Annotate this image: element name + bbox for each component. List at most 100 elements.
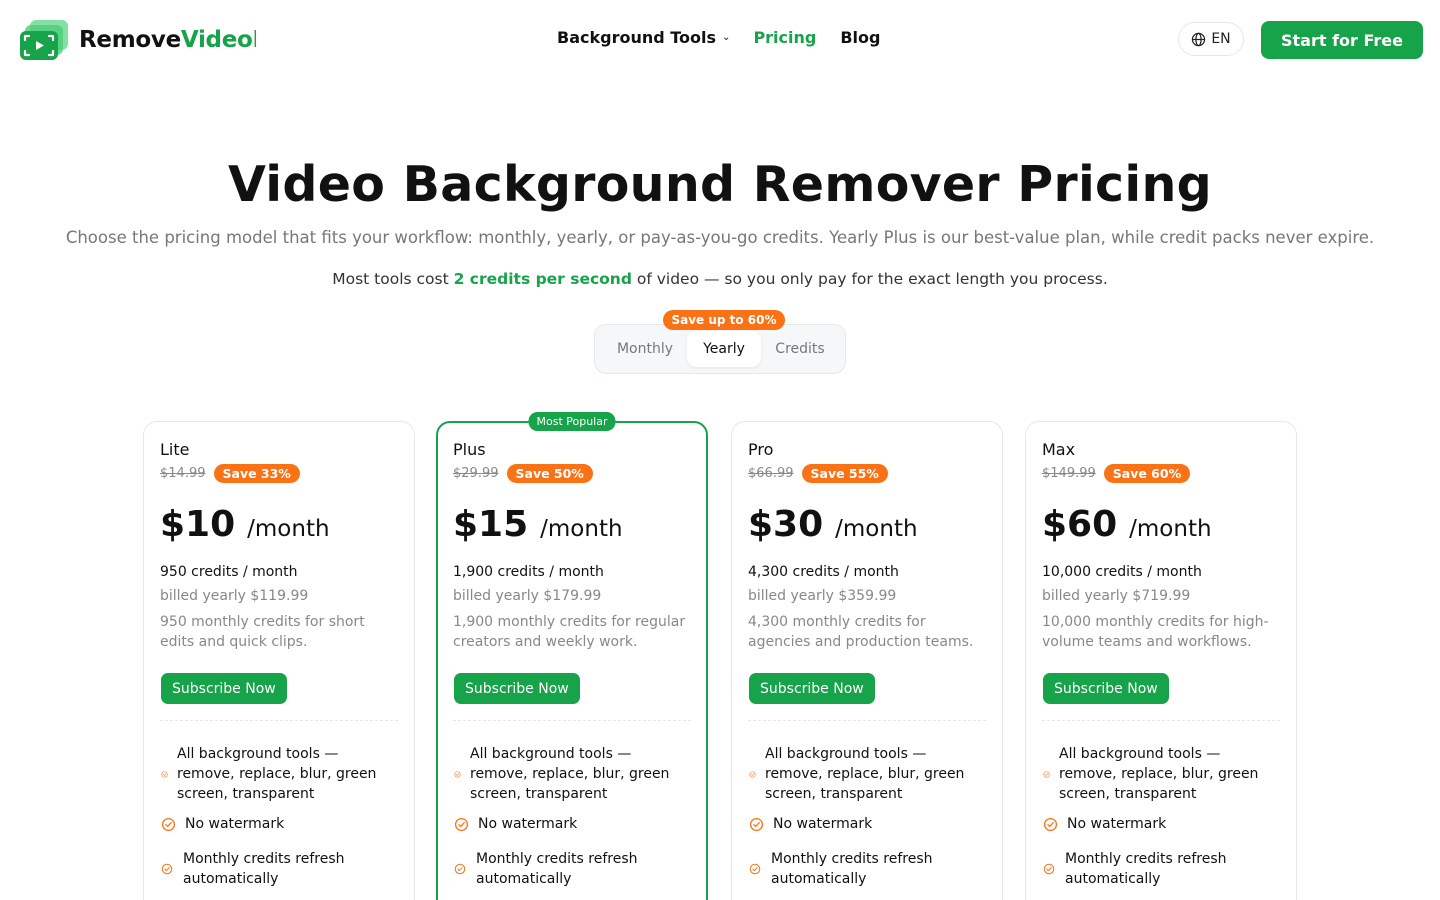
pricing-card-plus: Most Popular Plus $29.99 Save 50% $15/month 1… <box>436 412 708 900</box>
language-selector[interactable]: EN <box>1178 22 1244 56</box>
plan-billed: billed yearly $359.99 <box>748 588 897 604</box>
plan-discount-row: $14.99 Save 33% <box>160 464 300 483</box>
nav-background-tools[interactable]: Background Tools ⌄ <box>557 28 730 47</box>
pricing-card-lite: Lite $14.99 Save 33% $10/month 950 credits /… <box>143 421 415 900</box>
feature-item: All background tools — remove, replace, … <box>160 744 398 804</box>
nav-blog[interactable]: Blog <box>840 28 880 47</box>
plan-discount-row: $149.99 Save 60% <box>1042 464 1191 483</box>
page-title: Video Background Remover Pricing <box>227 156 1213 213</box>
logo[interactable]: RemoveVideoBG <box>20 20 256 60</box>
plan-billed: billed yearly $719.99 <box>1042 588 1191 604</box>
feature-text: Monthly credits refresh automatically <box>1065 851 1227 887</box>
feature-item: No watermark <box>453 814 691 834</box>
subscribe-button[interactable]: Subscribe Now <box>749 673 875 704</box>
feature-text: No watermark <box>1067 816 1167 832</box>
logo-text-part2: VideoBG <box>180 27 256 53</box>
plan-description: 950 monthly credits for short edits and … <box>160 614 365 650</box>
save-badge: Save 60% <box>1103 464 1191 483</box>
toggle-yearly[interactable]: Yearly <box>687 331 761 367</box>
original-price: $14.99 <box>160 466 206 481</box>
subscribe-button[interactable]: Subscribe Now <box>454 673 580 704</box>
feature-text: All background tools — remove, replace, … <box>470 746 670 802</box>
plan-price: $15 <box>453 504 529 545</box>
save-badge: Save 33% <box>213 464 300 483</box>
pricing-card-max: Max $149.99 Save 60% $60/month 10,000 credit… <box>1025 421 1297 900</box>
save-badge: Save 50% <box>506 464 593 483</box>
feature-item: All background tools — remove, replace, … <box>453 744 691 804</box>
toggle-credits[interactable]: Credits <box>763 331 837 367</box>
check-circle-icon <box>749 770 756 778</box>
billing-toggle: Monthly Yearly Credits <box>594 324 846 374</box>
check-circle-icon <box>1043 863 1055 875</box>
page-subtitle: Choose the pricing model that fits your … <box>65 228 1375 247</box>
check-circle-icon <box>161 770 168 778</box>
credits-note-after: of video — so you only pay for the exact… <box>631 270 1108 288</box>
main-nav: Background Tools ⌄ Pricing Blog <box>557 28 880 47</box>
original-price: $149.99 <box>1042 466 1096 481</box>
price-period: /month <box>835 516 918 542</box>
plan-price: $60 <box>1042 504 1118 545</box>
plan-description: 1,900 monthly credits for regular creato… <box>453 614 686 650</box>
toggle-monthly[interactable]: Monthly <box>603 331 687 367</box>
plan-billed: billed yearly $179.99 <box>453 588 602 604</box>
plan-name: Max <box>1042 440 1076 459</box>
feature-item: All background tools — remove, replace, … <box>1042 744 1280 804</box>
card-divider <box>748 720 986 721</box>
language-label: EN <box>1211 31 1231 47</box>
plan-name: Plus <box>453 440 486 459</box>
plan-discount-row: $29.99 Save 50% <box>453 464 593 483</box>
nav-blog-label: Blog <box>840 28 881 47</box>
globe-icon <box>1192 32 1206 46</box>
nav-pricing-label: Pricing <box>753 28 817 47</box>
plan-credits: 1,900 credits / month <box>453 564 604 580</box>
plan-credits: 4,300 credits / month <box>748 564 899 580</box>
check-circle-icon <box>454 817 469 832</box>
subscribe-button[interactable]: Subscribe Now <box>161 673 287 704</box>
nav-pricing[interactable]: Pricing <box>753 28 816 47</box>
feature-item: All background tools — remove, replace, … <box>748 744 986 804</box>
price-period: /month <box>540 516 623 542</box>
credits-note-highlight: 2 credits per second <box>453 270 632 288</box>
feature-item: Monthly credits refresh automatically <box>160 849 398 889</box>
feature-item: No watermark <box>1042 814 1280 834</box>
feature-text: All background tools — remove, replace, … <box>177 746 377 802</box>
feature-text: No watermark <box>185 816 285 832</box>
check-circle-icon <box>454 863 466 875</box>
feature-item: No watermark <box>748 814 986 834</box>
credits-note: Most tools cost 2 credits per second of … <box>0 270 1440 288</box>
price-period: /month <box>1129 516 1212 542</box>
feature-text: Monthly credits refresh automatically <box>771 851 933 887</box>
price-row: $30/month <box>748 504 918 545</box>
feature-item: Monthly credits refresh automatically <box>453 849 691 889</box>
plan-price: $10 <box>160 504 236 545</box>
logo-text-part1: Remove <box>79 27 181 53</box>
start-for-free-button[interactable]: Start for Free <box>1261 21 1423 59</box>
check-circle-icon <box>1043 770 1050 778</box>
save-badge: Save 55% <box>801 464 888 483</box>
feature-item: Monthly credits refresh automatically <box>748 849 986 889</box>
price-row: $60/month <box>1042 504 1212 545</box>
check-circle-icon <box>161 863 173 875</box>
site-header: RemoveVideoBG Background Tools ⌄ Pricing… <box>0 0 1440 80</box>
check-circle-icon <box>749 817 764 832</box>
plan-credits: 950 credits / month <box>160 564 298 580</box>
original-price: $66.99 <box>748 466 794 481</box>
feature-text: Monthly credits refresh automatically <box>183 851 345 887</box>
price-row: $10/month <box>160 504 330 545</box>
logo-text: RemoveVideoBG <box>79 27 256 53</box>
check-circle-icon <box>161 817 176 832</box>
pricing-card-pro: Pro $66.99 Save 55% $30/month 4,300 credits … <box>731 421 1003 900</box>
subscribe-button[interactable]: Subscribe Now <box>1043 673 1169 704</box>
feature-text: All background tools — remove, replace, … <box>1059 746 1259 802</box>
feature-item: No watermark <box>160 814 398 834</box>
plan-billed: billed yearly $119.99 <box>160 588 309 604</box>
plan-credits: 10,000 credits / month <box>1042 564 1202 580</box>
card-divider <box>453 720 691 721</box>
credits-note-before: Most tools cost <box>332 270 454 288</box>
card-divider <box>160 720 398 721</box>
feature-text: No watermark <box>773 816 873 832</box>
save-up-to-badge: Save up to 60% <box>663 310 785 330</box>
most-popular-badge: Most Popular <box>528 412 616 431</box>
price-row: $15/month <box>453 504 623 545</box>
original-price: $29.99 <box>453 466 499 481</box>
